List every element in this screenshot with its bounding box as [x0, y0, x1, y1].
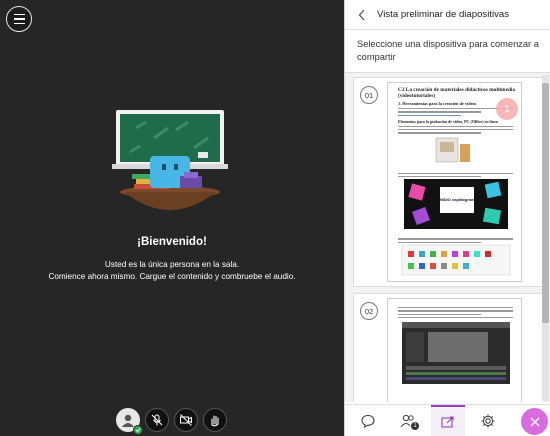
status-check-icon: [133, 425, 143, 435]
text-line: [398, 172, 513, 175]
microphone-toggle-button[interactable]: [145, 408, 169, 432]
hamburger-icon-bar: [13, 18, 25, 20]
text-line: [398, 129, 513, 131]
text-line: [398, 307, 513, 309]
text-line: [398, 111, 481, 113]
slide-list[interactable]: 01 C2 La creación de materiales didáctic…: [345, 72, 550, 402]
slide-page-badge: 1: [496, 98, 518, 120]
tab-chat[interactable]: [351, 405, 385, 436]
thumbnail-promo-image: MIDIO capitalgrant: [404, 179, 508, 230]
camera-off-icon: [180, 414, 192, 426]
welcome-message-line: Comience ahora mismo. Cargue el contenid…: [48, 272, 296, 281]
hamburger-icon-bar: [13, 22, 25, 25]
thumbnail-screenshot-image: [402, 322, 510, 385]
tab-participants[interactable]: 1: [391, 405, 425, 436]
panel-header: Vista preliminar de diapositivas: [345, 0, 550, 30]
panel-description: Seleccione una dispositiva para comenzar…: [357, 39, 539, 62]
text-line: [398, 125, 513, 128]
tab-share-content[interactable]: [431, 405, 465, 436]
welcome-heading: ¡Bienvenido!: [137, 236, 207, 248]
welcome-message-line: Usted es la única persona en la sala.: [104, 260, 240, 269]
chat-bubble-icon: [361, 414, 375, 429]
welcome-message: Usted es la única persona en la sala. Co…: [0, 259, 344, 283]
panel-title: Vista preliminar de diapositivas: [377, 9, 510, 20]
back-button[interactable]: [355, 8, 369, 22]
camera-toggle-button[interactable]: [174, 408, 198, 432]
gear-icon: [481, 414, 495, 428]
close-panel-button[interactable]: [521, 408, 548, 435]
thumbnail-icons-grid: [401, 244, 511, 276]
close-icon: [530, 417, 539, 426]
my-status-button[interactable]: [116, 408, 143, 435]
chevron-left-icon: [358, 9, 365, 20]
promo-logo-text: MIDIO capitalgrant: [439, 197, 475, 202]
media-controls: [0, 408, 344, 436]
share-content-icon: [441, 416, 454, 428]
tab-settings[interactable]: [471, 405, 505, 436]
main-stage: ¡Bienvenido! Usted es la única persona e…: [0, 0, 344, 436]
text-line: [398, 313, 481, 315]
panel-tab-bar: 1: [345, 404, 550, 436]
thumbnail-device-image: [435, 137, 470, 163]
text-line: [398, 310, 513, 312]
raise-hand-button[interactable]: [203, 408, 227, 432]
hamburger-icon-bar: [13, 13, 25, 16]
hand-icon: [211, 415, 219, 427]
classroom-illustration: [112, 110, 228, 210]
slide-number: 01: [360, 86, 378, 104]
slide-preview-panel: Vista preliminar de diapositivas Selecci…: [344, 0, 550, 436]
slide-item[interactable]: 01 C2 La creación de materiales didáctic…: [353, 77, 545, 287]
slide-item[interactable]: 02: [353, 293, 545, 402]
participants-count-badge: 1: [410, 421, 420, 431]
menu-button[interactable]: [6, 6, 32, 32]
slide-thumbnail[interactable]: [387, 298, 522, 402]
microphone-off-icon: [151, 414, 163, 426]
thumbnail-doc-title: C2 La creación de materiales didácticos …: [398, 87, 516, 99]
slide-number: 02: [360, 302, 378, 320]
text-line: [398, 238, 513, 240]
scrollbar-thumb[interactable]: [542, 83, 549, 323]
